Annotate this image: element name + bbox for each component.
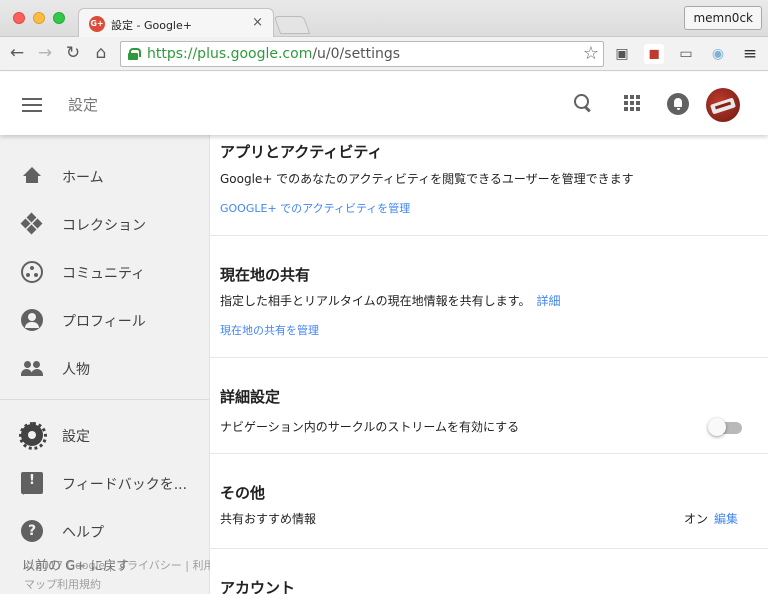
url-text: https://plus.google.com/u/0/settings: [147, 46, 400, 62]
sidebar-item-profile[interactable]: プロフィール: [0, 297, 210, 345]
bookmark-star-icon[interactable]: ☆: [583, 43, 599, 64]
url-host: https://plus.google.com: [147, 46, 313, 62]
browser-toolbar: ← → ↻ ⌂ https://plus.google.com/u/0/sett…: [0, 37, 768, 71]
sidebar-item-home[interactable]: ホーム: [0, 153, 210, 201]
browser-menu-icon[interactable]: ≡: [740, 44, 760, 64]
reload-icon[interactable]: ↻: [63, 43, 83, 63]
feedback-icon: [21, 472, 43, 495]
status-on-text: オン: [683, 512, 708, 526]
sidebar-item-help[interactable]: ヘルプ: [0, 508, 210, 556]
browser-tabstrip: G+ 設定 - Google+ × memn0ck: [0, 0, 768, 38]
section-description: ナビゲーション内のサークルのストリームを有効にする: [220, 420, 520, 434]
settings-gear-icon: [19, 422, 47, 450]
section-title: 詳細設定: [220, 388, 281, 406]
circle-stream-toggle[interactable]: [708, 416, 744, 438]
sidebar-item-label: プロフィール: [62, 314, 146, 330]
sidebar-item-communities[interactable]: コミュニティ: [0, 249, 210, 297]
sidebar-divider: [0, 399, 210, 400]
browser-profile-button[interactable]: memn0ck: [684, 6, 762, 30]
section-title: その他: [220, 484, 266, 502]
collections-icon: [20, 212, 43, 235]
window-minimize-button[interactable]: [33, 12, 45, 24]
section-apps-activity: アプリとアクティビティ Google+ でのあなたのアクティビティを閲覧できるユ…: [210, 135, 768, 236]
home-icon: [21, 165, 43, 187]
location-detail-link[interactable]: 詳細: [536, 294, 560, 308]
location-desc-text: 指定した相手とリアルタイムの現在地情報を共有します。: [220, 294, 531, 308]
section-description: 指定した相手とリアルタイムの現在地情報を共有します。 詳細: [220, 292, 560, 309]
sidebar-item-collections[interactable]: コレクション: [0, 201, 210, 249]
tab-title: 設定 - Google+: [111, 19, 192, 32]
settings-content: アプリとアクティビティ Google+ でのあなたのアクティビティを閲覧できるユ…: [210, 135, 768, 594]
communities-icon: [21, 261, 43, 283]
secure-lock-icon: [128, 48, 141, 60]
section-description: 共有おすすめ情報: [220, 512, 317, 526]
notifications-bell-icon[interactable]: [667, 93, 689, 115]
toggle-knob: [708, 418, 726, 436]
sidebar-item-label: ホーム: [62, 170, 104, 186]
back-to-classic-link[interactable]: 以前の G+ に戻す: [22, 555, 129, 574]
footer-maps-terms-link[interactable]: マップ利用規約: [24, 576, 101, 592]
home-page-icon[interactable]: ⌂: [91, 43, 111, 63]
section-title: アカウント: [220, 579, 296, 594]
manage-location-link[interactable]: 現在地の共有を管理: [220, 322, 319, 338]
window-close-button[interactable]: [13, 12, 25, 24]
sidebar: ホーム コレクション コミュニティ プロフィール 人物 設定 フィードバックを.…: [0, 135, 244, 594]
browser-tab-active[interactable]: G+ 設定 - Google+ ×: [78, 8, 274, 38]
sidebar-item-label: 設定: [62, 429, 90, 445]
sidebar-item-label: ヘルプ: [62, 525, 104, 541]
sidebar-item-feedback[interactable]: フィードバックを...: [0, 460, 210, 508]
extension-evernote-icon[interactable]: ▣: [612, 44, 632, 64]
profile-icon: [21, 309, 43, 331]
section-title: アプリとアクティビティ: [220, 143, 383, 161]
section-account: アカウント: [210, 549, 768, 594]
share-recommendations-status: オン 編集: [684, 510, 738, 527]
section-location-sharing: 現在地の共有 指定した相手とリアルタイムの現在地情報を共有します。 詳細 現在地の…: [210, 236, 768, 358]
back-arrow-icon[interactable]: ←: [7, 43, 27, 63]
search-icon[interactable]: [573, 93, 593, 113]
extension-mask-icon[interactable]: ◼: [644, 44, 664, 64]
help-icon: [21, 520, 43, 542]
new-tab-button[interactable]: [273, 16, 311, 34]
address-bar[interactable]: https://plus.google.com/u/0/settings ☆: [120, 41, 604, 67]
window-zoom-button[interactable]: [53, 12, 65, 24]
manage-activity-link[interactable]: GOOGLE+ でのアクティビティを管理: [220, 200, 410, 216]
sidebar-item-label: コレクション: [62, 218, 146, 234]
camera-extension-icon[interactable]: ◉: [708, 44, 728, 64]
url-path: /u/0/settings: [312, 46, 401, 62]
sidebar-item-label: コミュニティ: [62, 266, 146, 282]
sidebar-item-settings[interactable]: 設定: [0, 412, 210, 460]
cast-icon[interactable]: ▭: [676, 44, 696, 64]
hamburger-menu-icon[interactable]: [22, 98, 42, 112]
sidebar-item-people[interactable]: 人物: [0, 345, 210, 393]
section-other: その他 共有おすすめ情報 オン 編集: [210, 454, 768, 549]
google-plus-favicon-icon: G+: [89, 16, 105, 32]
avatar[interactable]: [706, 88, 740, 122]
section-title: 現在地の共有: [220, 266, 311, 284]
page-title: 設定: [68, 96, 99, 114]
forward-arrow-icon[interactable]: →: [35, 43, 55, 63]
apps-grid-icon[interactable]: [624, 95, 640, 111]
tab-close-icon[interactable]: ×: [252, 15, 263, 30]
section-advanced: 詳細設定 ナビゲーション内のサークルのストリームを有効にする: [210, 358, 768, 454]
sidebar-item-label: 人物: [62, 362, 90, 378]
people-icon: [21, 357, 43, 379]
edit-link[interactable]: 編集: [714, 512, 738, 526]
app-header: 設定: [0, 72, 768, 135]
sidebar-item-label: フィードバックを...: [62, 477, 188, 493]
section-description: Google+ でのあなたのアクティビティを閲覧できるユーザーを管理できます: [220, 172, 634, 186]
